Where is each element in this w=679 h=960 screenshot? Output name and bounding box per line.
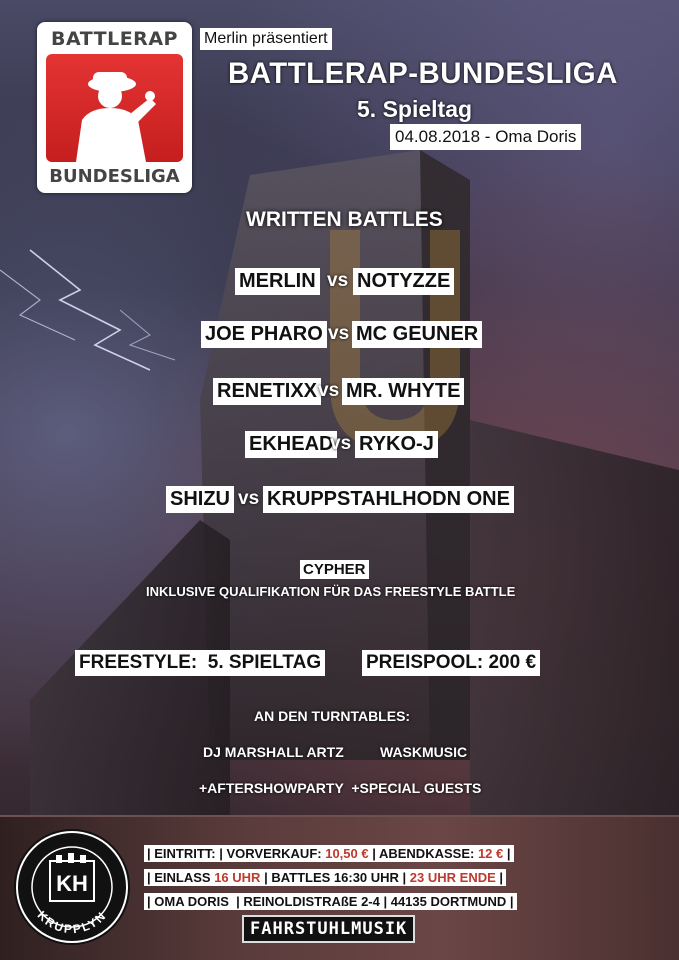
- logo-top-text: BATTLERAP: [51, 28, 178, 50]
- battle-3-rapper-a: RENETIXX: [213, 378, 322, 405]
- battle-2-rapper-a: JOE PHARO: [201, 321, 327, 348]
- event-poster: BATTLERAP BUNDESLIGA Merlin präsentiert …: [0, 0, 679, 960]
- logo-bottom-text: BUNDESLIGA: [49, 166, 180, 187]
- battle-5-rapper-b: KRUPPSTAHLHODN ONE: [263, 486, 514, 513]
- info-band: KH KRUPPLYN | EINTRITT: | VORVERKAUF: 10…: [0, 815, 679, 960]
- krupplyn-badge: KH KRUPPLYN: [12, 827, 132, 947]
- info-prices-text-3: |: [503, 846, 511, 861]
- info-line-address: | OMA DORIS | REINOLDISTRAßE 2-4 | 44135…: [144, 893, 517, 910]
- info-prices-text-1: | EINTRITT: | VORVERKAUF:: [147, 846, 326, 861]
- battle-1-vs: vs: [327, 270, 349, 291]
- battle-3-vs: vs: [318, 380, 340, 401]
- battle-2-rapper-b: MC GEUNER: [352, 321, 483, 348]
- battle-2-vs: vs: [328, 323, 350, 344]
- info-line-times: | EINLASS 16 UHR | BATTLES 16:30 UHR | 2…: [144, 869, 507, 886]
- extras-line: +AFTERSHOWPARTY +SPECIAL GUESTS: [199, 780, 482, 796]
- battle-1-rapper-b: NOTYZZE: [353, 268, 455, 295]
- prize-pool-label: PREISPOOL: 200 €: [362, 650, 541, 676]
- battle-4-rapper-a: EKHEAD: [245, 431, 338, 458]
- turntables-heading: AN DEN TURNTABLES:: [254, 708, 411, 724]
- written-battles-heading: WRITTEN BATTLES: [246, 208, 443, 231]
- cypher-subtitle: INKLUSIVE QUALIFIKATION FÜR DAS FREESTYL…: [146, 584, 516, 599]
- battle-3-rapper-b: MR. WHYTE: [342, 378, 465, 405]
- battle-5-rapper-a: SHIZU: [166, 486, 234, 513]
- krupplyn-badge-icon: KH KRUPPLYN: [14, 829, 130, 945]
- info-times-text-1: | EINLASS: [147, 870, 215, 885]
- info-prices-text-2: | ABENDKASSE:: [368, 846, 478, 861]
- date-venue-label: 04.08.2018 - Oma Doris: [390, 124, 582, 150]
- presenter-label: Merlin präsentiert: [200, 28, 332, 50]
- building-right: [470, 420, 679, 815]
- door-price: 12 €: [477, 846, 504, 861]
- cypher-label: CYPHER: [300, 560, 369, 579]
- battle-1-rapper-a: MERLIN: [235, 268, 320, 295]
- battlerap-bundesliga-logo: BATTLERAP BUNDESLIGA: [37, 22, 192, 193]
- battle-4-rapper-b: RYKO-J: [355, 431, 438, 458]
- dj-waskmusic: WASKMUSIC: [380, 744, 468, 760]
- logo-red-panel: [46, 54, 183, 162]
- battle-4-vs: vs: [330, 433, 352, 454]
- matchday-label: 5. Spieltag: [357, 96, 473, 122]
- info-times-text-2: | BATTLES 16:30 UHR |: [260, 870, 410, 885]
- freestyle-label: FREESTYLE: 5. SPIELTAG: [75, 650, 326, 676]
- battle-5-vs: vs: [238, 488, 260, 509]
- info-times-text-3: |: [495, 870, 504, 885]
- lightning-bolt-2: [0, 269, 76, 341]
- rapper-silhouette-icon: [76, 72, 156, 162]
- presale-price: 10,50 €: [325, 846, 369, 861]
- event-title: BATTLERAP-BUNDESLIGA: [228, 57, 618, 90]
- lightning-bolt-3: [119, 309, 176, 361]
- lightning-bolt: [29, 249, 151, 371]
- end-time: 23 UHR ENDE: [409, 870, 496, 885]
- doors-time: 16 UHR: [214, 870, 261, 885]
- fahrstuhlmusik-logo: FAHRSTUHLMUSIK: [242, 915, 416, 943]
- dj-marshall-artz: DJ MARSHALL ARTZ: [203, 744, 344, 760]
- badge-initials: KH: [56, 871, 88, 896]
- info-line-prices: | EINTRITT: | VORVERKAUF: 10,50 € | ABEN…: [144, 845, 514, 862]
